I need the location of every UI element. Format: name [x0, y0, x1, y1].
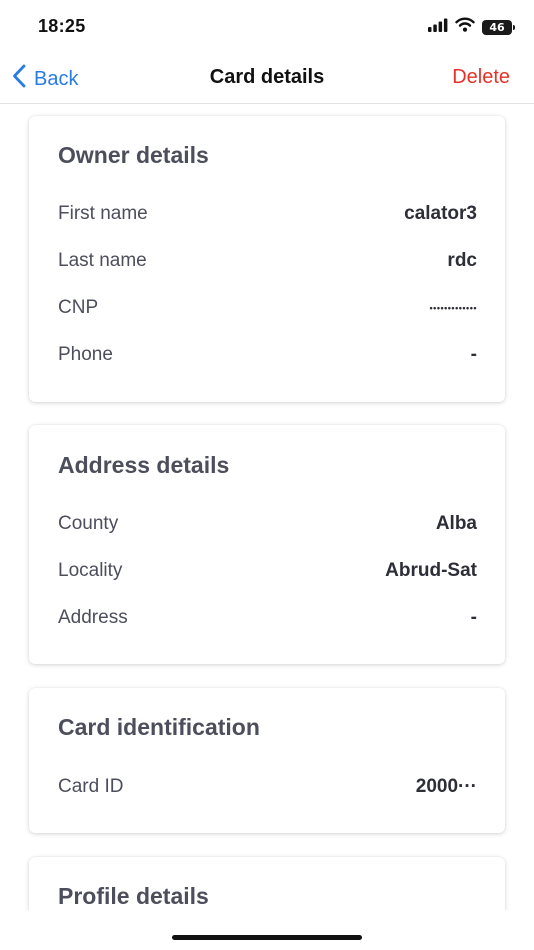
owner-first-name-row: First name calator3	[58, 201, 477, 227]
locality-value: Abrud-Sat	[385, 560, 477, 581]
address-county-row: County Alba	[58, 511, 477, 537]
profile-details-card: Profile details	[29, 857, 505, 910]
address-details-title: Address details	[58, 452, 230, 478]
address-address-row: Address -	[58, 605, 477, 631]
battery-level: 46	[489, 20, 505, 34]
first-name-value: calator3	[404, 203, 477, 224]
county-value: Alba	[435, 513, 477, 534]
owner-details-card: Owner details First name calator3 Last n…	[29, 116, 505, 402]
status-icons: 46	[428, 17, 515, 37]
last-name-value: rdc	[447, 250, 477, 271]
phone-value: -	[470, 344, 477, 365]
battery-icon: 46	[482, 19, 515, 35]
county-label: County	[58, 513, 119, 534]
owner-phone-row: Phone -	[58, 342, 477, 368]
first-name-label: First name	[58, 203, 148, 224]
battery-cap	[513, 24, 515, 30]
cnp-label: CNP	[58, 297, 99, 318]
address-value: -	[470, 607, 477, 628]
card-identification-card: Card identification Card ID 2000···	[29, 688, 505, 833]
owner-details-title: Owner details	[58, 142, 209, 168]
navigation-bar: Back Card details Delete	[0, 52, 534, 104]
last-name-label: Last name	[58, 250, 147, 271]
card-id-label: Card ID	[58, 776, 124, 797]
address-details-card: Address details County Alba Locality Abr…	[29, 425, 505, 664]
profile-details-title: Profile details	[58, 883, 209, 909]
status-bar: 18:25 46	[0, 0, 534, 52]
locality-label: Locality	[58, 560, 123, 581]
cellular-signal-icon	[428, 18, 448, 37]
card-details-content[interactable]: Owner details First name calator3 Last n…	[0, 104, 534, 910]
cnp-masked-value: •••••••••••••	[429, 303, 477, 313]
card-id-value: 2000···	[415, 776, 477, 797]
status-time: 18:25	[38, 16, 86, 36]
card-id-row: Card ID 2000···	[58, 774, 477, 800]
wifi-icon	[455, 17, 475, 37]
owner-last-name-row: Last name rdc	[58, 248, 477, 274]
owner-cnp-row: CNP •••••••••••••	[58, 295, 477, 321]
phone-label: Phone	[58, 344, 113, 365]
home-indicator[interactable]	[172, 935, 362, 940]
address-locality-row: Locality Abrud-Sat	[58, 558, 477, 584]
address-label: Address	[58, 607, 128, 628]
delete-button[interactable]: Delete	[452, 66, 510, 89]
card-identification-title: Card identification	[58, 714, 260, 740]
